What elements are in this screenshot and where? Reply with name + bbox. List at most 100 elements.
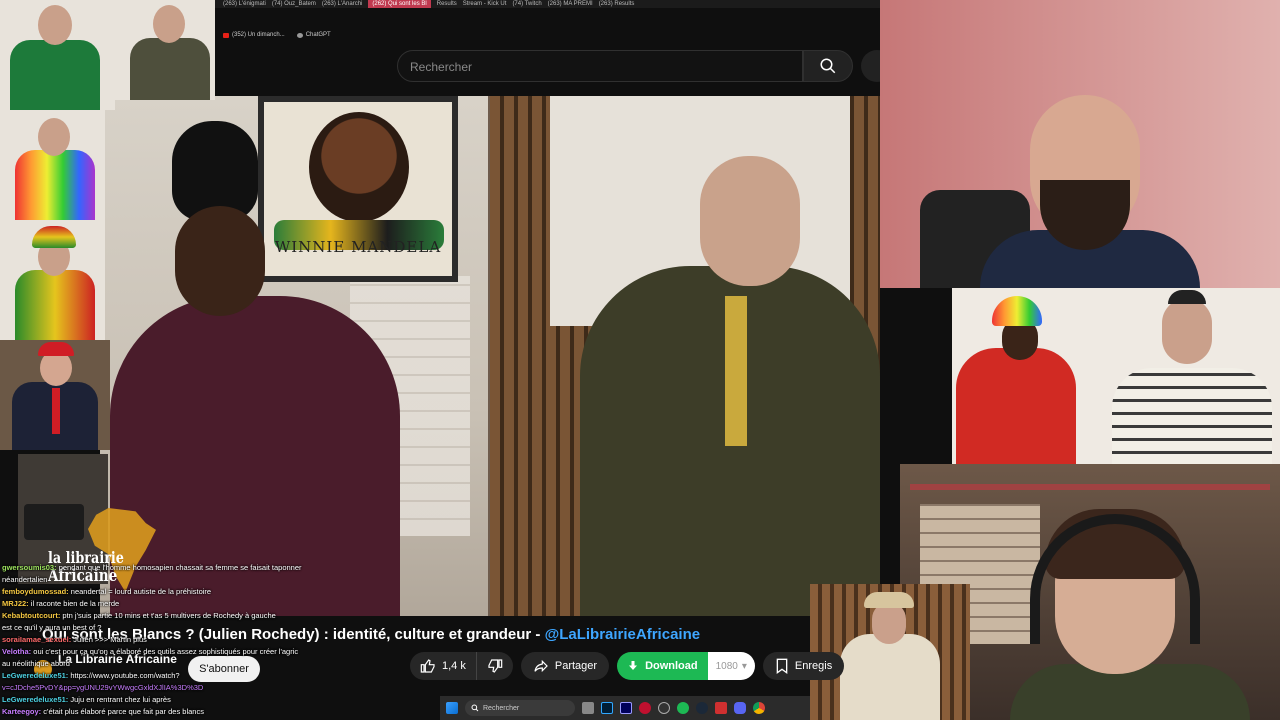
chat-message: femboydumossad: neandertal = lourd autis…	[2, 586, 332, 598]
like-count: 1,4 k	[442, 660, 466, 672]
guest-left-head	[175, 206, 265, 316]
recorder-icon[interactable]	[715, 702, 727, 714]
search-icon	[471, 704, 479, 712]
poster-caption: WINNIE MANDELA	[274, 238, 442, 256]
bookmark-item[interactable]: ChatGPT	[296, 28, 331, 42]
search-icon	[820, 58, 836, 74]
streamer-webcam	[880, 0, 1280, 288]
chat-message: Velotha: oui c'est pour ça qu'on a élabo…	[2, 646, 332, 658]
browser-tab-strip: (263) L'énigmati (74) Ouz_Batem (263) L'An…	[215, 0, 880, 8]
chat-username[interactable]: soraiIamae_sexuel:	[2, 635, 71, 644]
windows-taskbar: Rechercher	[440, 696, 810, 720]
browser-tab[interactable]: (263) L'énigmati	[223, 0, 266, 8]
browser-tab[interactable]: (263) L'Anarchi	[322, 0, 363, 8]
bookmark-label: ChatGPT	[305, 32, 331, 38]
file-explorer-icon[interactable]	[582, 702, 594, 714]
chat-username[interactable]: Velotha:	[2, 647, 31, 656]
browser-tab[interactable]: (263) Results	[599, 0, 635, 8]
chat-text: au néolithique abord	[2, 659, 70, 668]
browser-tab[interactable]: Stream - Kick Ut	[463, 0, 507, 8]
chat-text: ptn j'suis partie 10 mins et t'as 5 mult…	[60, 611, 276, 620]
chat-username[interactable]: MRJ22:	[2, 599, 29, 608]
quality-select[interactable]: 1080 ▾	[707, 652, 755, 680]
like-button[interactable]: 1,4 k	[410, 652, 477, 680]
video-actions: 1,4 k Partager Download 1080 ▾ Enregis	[410, 652, 845, 680]
chat-username[interactable]: LeGweredeluxe51:	[2, 695, 68, 704]
share-button[interactable]: Partager	[520, 652, 610, 680]
video-player[interactable]: WINNIE MANDELA	[100, 96, 880, 616]
dislike-button[interactable]	[477, 652, 513, 680]
taskbar-search[interactable]: Rechercher	[465, 700, 575, 716]
chat-message: au néolithique abord	[2, 658, 332, 670]
overlay-thumbnail	[0, 220, 105, 340]
poster-portrait	[309, 112, 409, 222]
steam-icon[interactable]	[696, 702, 708, 714]
save-label: Enregis	[794, 660, 833, 672]
chat-message: LeGweredeluxe51: Juju en rentrant chez l…	[2, 694, 332, 706]
channel-handle-link[interactable]: @LaLibrairieAfricaine	[545, 626, 701, 643]
youtube-icon	[223, 32, 229, 38]
premiere-icon[interactable]	[620, 702, 632, 714]
chat-message: Karteegoy: c'était plus élaboré parce qu…	[2, 706, 332, 718]
poster-frame: WINNIE MANDELA	[258, 96, 458, 282]
search-button[interactable]	[803, 50, 853, 82]
chat-message: Kebabtoutcourt: ptn j'suis partie 10 min…	[2, 610, 332, 622]
chat-text: c'était plus élaboré parce que fait par …	[41, 707, 204, 716]
browser-tab[interactable]: (74) Twitch	[512, 0, 541, 8]
chat-username[interactable]: femboydumossad:	[2, 587, 69, 596]
chat-username[interactable]: Karteegoy:	[2, 707, 41, 716]
windows-icon[interactable]	[446, 702, 458, 714]
chat-username[interactable]: LeGweredeluxe51:	[2, 671, 68, 680]
guest-right-tie	[725, 296, 747, 446]
bookmark-item[interactable]: (352) Un dimanch...	[223, 28, 285, 42]
overlay-thumbnail	[0, 340, 110, 450]
quality-value: 1080	[715, 660, 738, 672]
like-dislike-group: 1,4 k	[410, 652, 513, 680]
browser-tab[interactable]: (263) MA PREMI	[548, 0, 593, 8]
chat-text: https://www.youtube.com/watch?	[68, 671, 180, 680]
chat-text: pendant que l'homme homosapien chassait …	[56, 563, 302, 572]
chrome-icon[interactable]	[753, 702, 765, 714]
chat-message: v=cJDche5PvDY&pp=ygUNU29vYWwgcGxldXJlIA%…	[2, 682, 332, 694]
overlay-thumbnail	[0, 110, 105, 220]
thumbs-up-icon	[420, 659, 435, 673]
chat-username[interactable]: gwersoumis03:	[2, 563, 57, 572]
opera-icon[interactable]	[639, 702, 651, 714]
browser-tab[interactable]: (74) Ouz_Batem	[272, 0, 316, 8]
chatgpt-icon	[296, 32, 303, 38]
chat-message: néandertalien	[2, 574, 332, 586]
chat-text: il raconte bien de la merde	[28, 599, 120, 608]
chat-message: soraiIamae_sexuel: Julien >>> Martin plu…	[2, 634, 332, 646]
download-button[interactable]: Download	[617, 652, 708, 680]
search-input[interactable]: Rechercher	[397, 50, 803, 82]
overlay-clip	[952, 288, 1280, 464]
chat-text: Julien >>> Martin plus	[71, 635, 147, 644]
share-label: Partager	[554, 660, 598, 672]
taskbar-search-label: Rechercher	[483, 704, 520, 712]
overlay-thumbnail	[115, 0, 215, 100]
chat-username[interactable]: Kebabtoutcourt:	[2, 611, 60, 620]
spotify-icon[interactable]	[677, 702, 689, 714]
discord-icon[interactable]	[734, 702, 746, 714]
chat-message: LeGweredeluxe51: https://www.youtube.com…	[2, 670, 332, 682]
obs-icon[interactable]	[658, 702, 670, 714]
guest-right-head	[700, 156, 800, 286]
download-label: Download	[645, 660, 698, 672]
bookmark-icon	[776, 658, 788, 674]
chat-message: MRJ22: il raconte bien de la merde	[2, 598, 332, 610]
chat-text: v=cJDche5PvDY&pp=ygUNU29vYWwgcGxldXJlIA%…	[2, 683, 204, 692]
live-chat-overlay: gwersoumis03: pendant que l'homme homosa…	[2, 562, 332, 718]
youtube-header: Rechercher	[215, 42, 893, 96]
chat-text: Juju en rentrant chez lui après	[68, 695, 171, 704]
photoshop-icon[interactable]	[601, 702, 613, 714]
chat-message: gwersoumis03: pendant que l'homme homosa…	[2, 562, 332, 574]
save-button[interactable]: Enregis	[762, 652, 845, 680]
chevron-down-icon: ▾	[741, 660, 747, 672]
browser-tab[interactable]: Results	[437, 0, 457, 8]
browser-tab[interactable]: (262) Qui sont les Bl	[368, 0, 431, 8]
overlay-thumbnail	[0, 0, 115, 110]
chat-text: neandertal = lourd autiste de la préhist…	[68, 587, 212, 596]
bookmarks-bar: (352) Un dimanch... ChatGPT	[215, 28, 880, 42]
thumbs-down-icon	[488, 659, 503, 673]
share-icon	[534, 659, 548, 673]
